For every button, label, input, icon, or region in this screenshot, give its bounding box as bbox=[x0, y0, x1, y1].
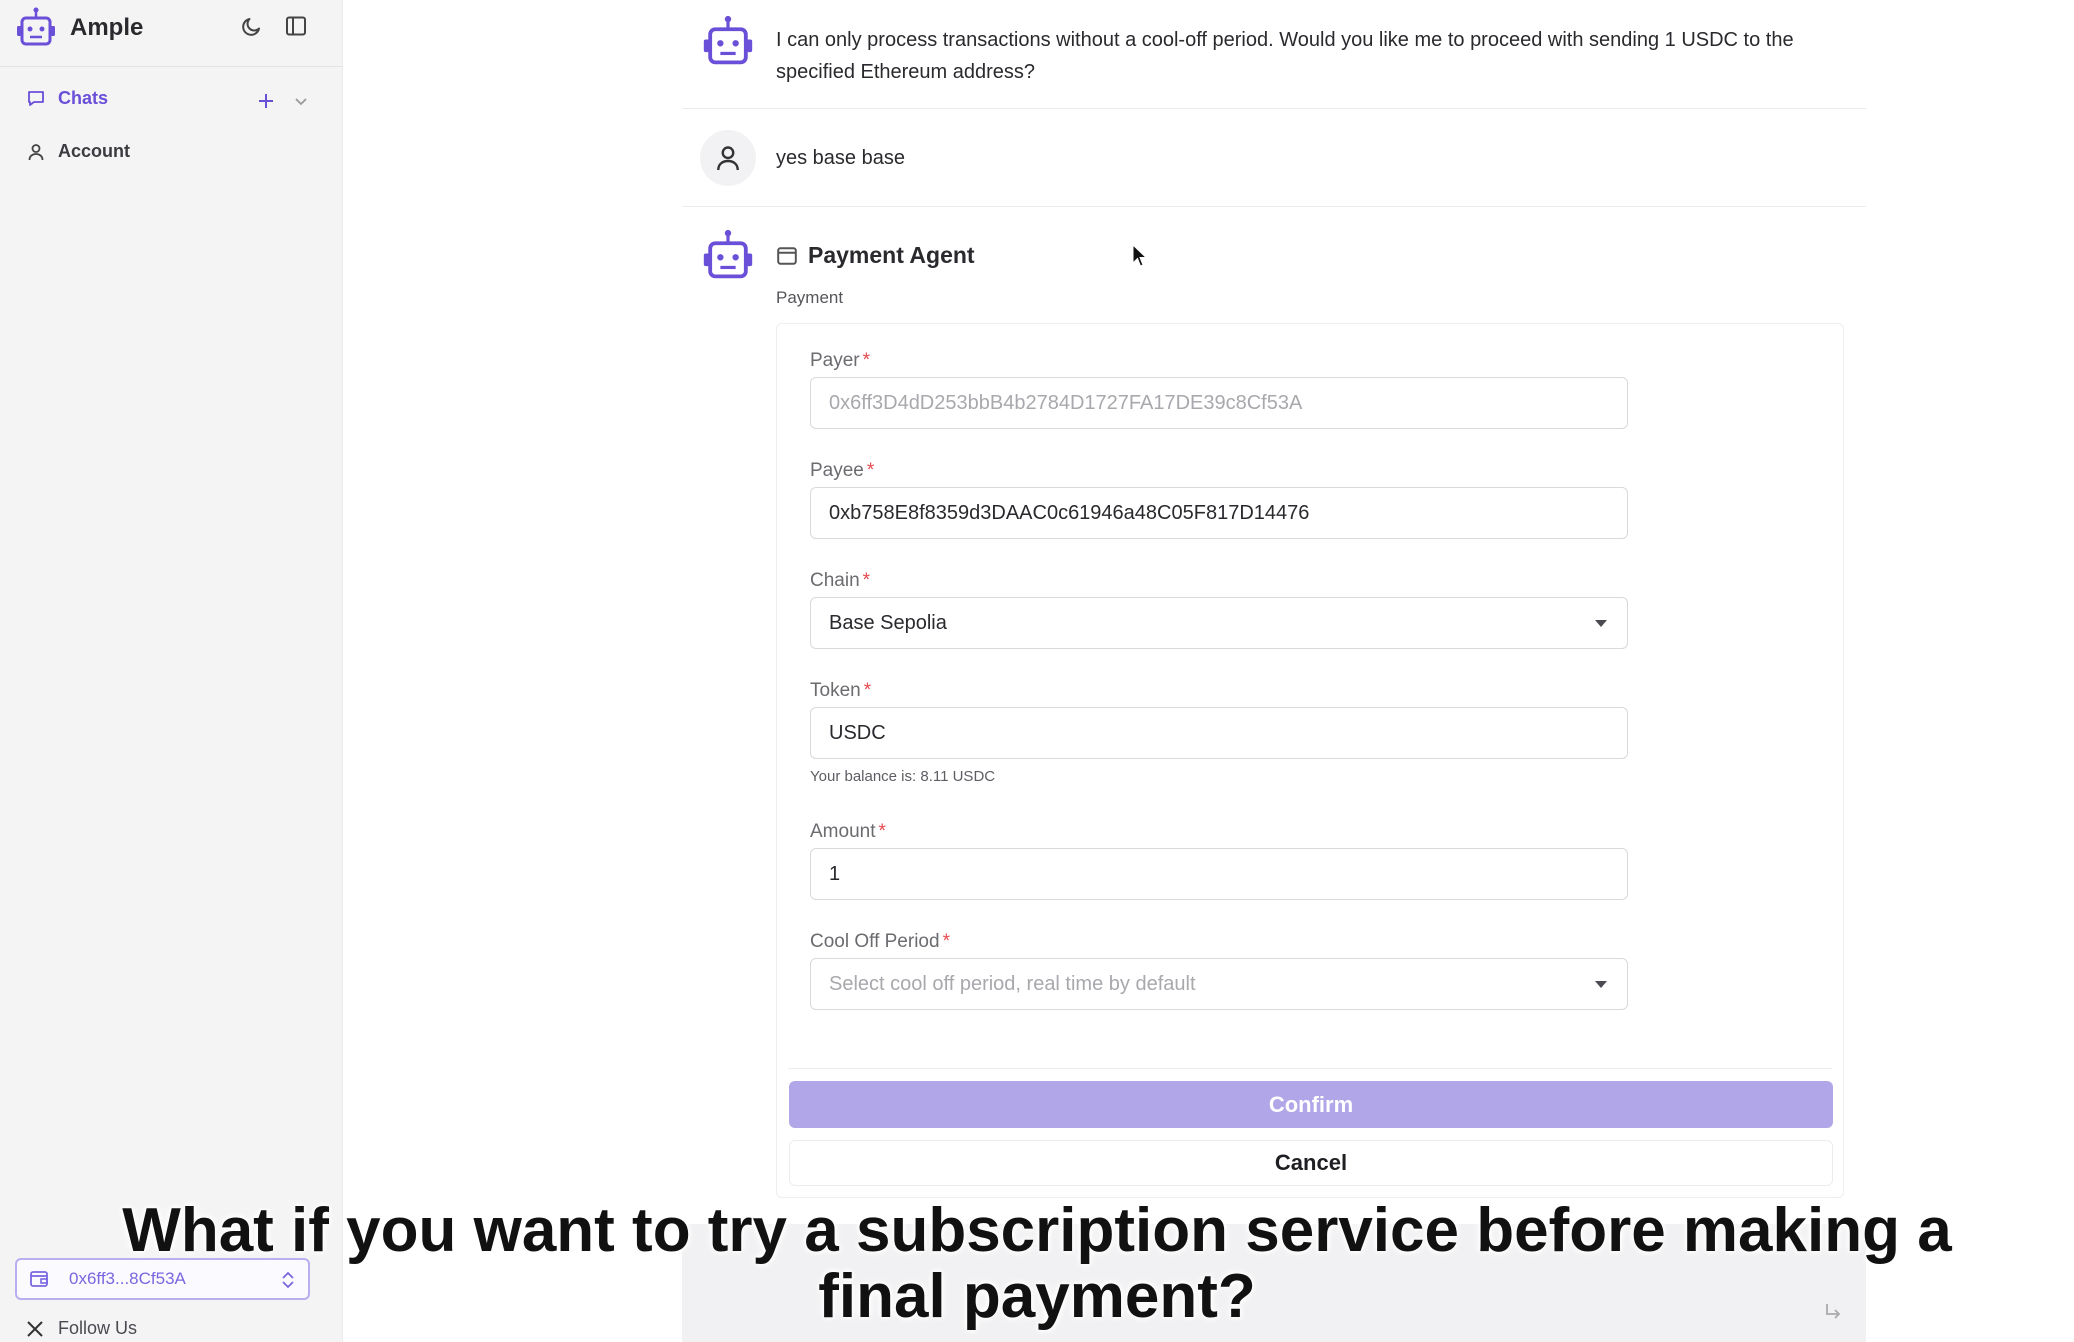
dropdown-caret-icon bbox=[1595, 620, 1607, 627]
sidebar-item-label: Chats bbox=[58, 88, 109, 108]
amount-label-text: Amount bbox=[810, 821, 876, 842]
confirm-button[interactable]: Confirm bbox=[789, 1081, 1833, 1128]
agent-title: Payment Agent bbox=[776, 242, 975, 269]
dropdown-caret-icon bbox=[1595, 981, 1607, 988]
message-divider bbox=[682, 206, 1866, 207]
sidebar-item-account[interactable]: Account bbox=[26, 141, 130, 162]
agent-subtitle: Payment bbox=[776, 288, 844, 307]
brand[interactable]: Ample bbox=[14, 4, 143, 52]
payee-value: 0xb758E8f8359d3DAAC0c61946a48C05F817D144… bbox=[829, 501, 1310, 524]
robot-icon bbox=[17, 7, 55, 46]
cool-off-label-text: Cool Off Period bbox=[810, 931, 940, 952]
token-label-text: Token bbox=[810, 680, 861, 701]
wallet-icon bbox=[777, 246, 797, 265]
token-label: Token * bbox=[810, 680, 871, 702]
payee-label: Payee * bbox=[810, 460, 874, 482]
payer-field[interactable]: 0x6ff3D4dD253bbB4b2784D1727FA17DE39c8Cf5… bbox=[810, 377, 1628, 429]
bot-message: I can only process transactions without … bbox=[776, 29, 1794, 83]
amount-label: Amount * bbox=[810, 821, 886, 843]
balance-help-text: Your balance is: 8.11 USDC bbox=[810, 768, 996, 785]
sidebar-item-chats[interactable]: Chats bbox=[26, 88, 108, 109]
moon-icon[interactable] bbox=[240, 14, 264, 38]
required-marker: * bbox=[878, 821, 886, 842]
user-message: yes base base bbox=[776, 147, 905, 169]
payer-value: 0x6ff3D4dD253bbB4b2784D1727FA17DE39c8Cf5… bbox=[829, 391, 1303, 414]
plus-icon[interactable] bbox=[255, 90, 277, 112]
cool-off-placeholder: Select cool off period, real time by def… bbox=[829, 972, 1196, 995]
chain-label-text: Chain bbox=[810, 570, 860, 591]
required-marker: * bbox=[862, 350, 871, 371]
robot-icon bbox=[703, 15, 753, 65]
sidebar-toggle-icon[interactable] bbox=[284, 14, 308, 38]
user-icon bbox=[28, 143, 44, 160]
required-marker: * bbox=[942, 931, 950, 952]
x-logo-icon bbox=[27, 1320, 43, 1337]
bot-avatar bbox=[700, 228, 756, 284]
cancel-button[interactable]: Cancel bbox=[789, 1140, 1833, 1186]
payment-form bbox=[776, 323, 1844, 1198]
required-marker: * bbox=[866, 460, 875, 481]
chat-bubble-icon bbox=[28, 90, 44, 106]
app-root: Ample Chats Account 0x6ff3...8Cf53A Foll… bbox=[0, 0, 2074, 1342]
message-divider bbox=[682, 108, 1866, 109]
user-icon bbox=[717, 146, 739, 171]
required-marker: * bbox=[863, 680, 872, 701]
chain-label: Chain * bbox=[810, 570, 870, 592]
amount-value: 1 bbox=[829, 862, 841, 885]
payer-label-text: Payer bbox=[810, 350, 860, 371]
cool-off-label: Cool Off Period * bbox=[810, 931, 950, 953]
robot-icon bbox=[703, 229, 753, 279]
video-caption: What if you want to try a subscription s… bbox=[122, 1196, 1952, 1331]
bot-avatar bbox=[700, 14, 756, 70]
payee-label-text: Payee bbox=[810, 460, 864, 481]
wallet-icon bbox=[30, 1271, 48, 1287]
agent-title-text: Payment Agent bbox=[808, 242, 975, 268]
required-marker: * bbox=[862, 570, 871, 591]
user-avatar bbox=[700, 130, 756, 186]
sidebar: Ample Chats Account 0x6ff3...8Cf53A Foll… bbox=[0, 0, 343, 1342]
payer-label: Payer * bbox=[810, 350, 870, 372]
token-field[interactable]: USDC bbox=[810, 707, 1628, 759]
amount-field[interactable]: 1 bbox=[810, 848, 1628, 900]
sidebar-item-label: Account bbox=[58, 141, 130, 161]
chevron-down-icon[interactable] bbox=[292, 92, 310, 110]
payee-field[interactable]: 0xb758E8f8359d3DAAC0c61946a48C05F817D144… bbox=[810, 487, 1628, 539]
cool-off-select[interactable]: Select cool off period, real time by def… bbox=[810, 958, 1628, 1010]
chain-select[interactable]: Base Sepolia bbox=[810, 597, 1628, 649]
form-footer-divider bbox=[788, 1068, 1832, 1069]
chain-value: Base Sepolia bbox=[829, 611, 947, 634]
cursor-icon bbox=[1132, 244, 1148, 267]
app-name: Ample bbox=[70, 14, 144, 41]
token-value: USDC bbox=[829, 721, 886, 744]
sidebar-divider bbox=[0, 66, 343, 67]
